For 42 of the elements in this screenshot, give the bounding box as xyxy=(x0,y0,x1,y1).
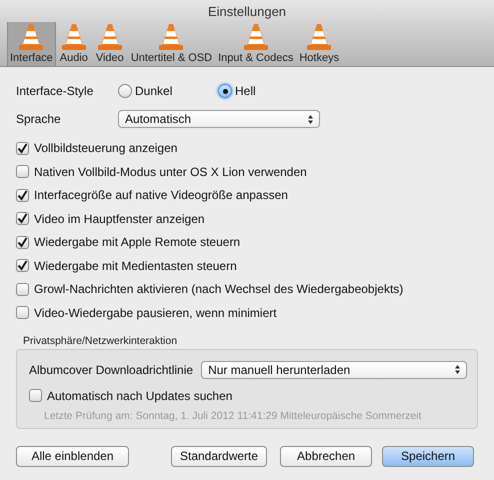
checkbox-label: Video-Wiedergabe pausieren, wenn minimiert xyxy=(34,306,277,320)
toolbar-tab[interactable]: Input & Codecs xyxy=(215,22,296,66)
dialog-button[interactable]: Alle einblenden xyxy=(16,446,129,466)
language-select[interactable]: Automatisch xyxy=(118,110,320,128)
checkbox-label: Growl-Nachrichten aktivieren (nach Wechsel des Wiedergabeobjekts) xyxy=(34,282,404,296)
checkbox[interactable] xyxy=(16,306,29,319)
checkbox-label: Interfacegröße auf native Videogröße anpassen xyxy=(34,188,288,202)
checkbox-label: Wiedergabe mit Apple Remote steuern xyxy=(34,235,240,249)
checkbox-label: Wiedergabe mit Medientasten steuern xyxy=(34,258,237,272)
stepper-icon xyxy=(455,365,460,374)
save-button[interactable]: Speichern xyxy=(382,446,474,466)
stepper-icon xyxy=(308,114,313,124)
checkbox-label: Video im Hauptfenster anzeigen xyxy=(34,212,205,226)
toolbar-tab[interactable]: Interface xyxy=(7,22,56,66)
checkbox[interactable] xyxy=(16,142,29,154)
last-check-text: Letzte Prüfung am: Sonntag, 1. Juli 2012 11:41:29 Mitteleuropäische Sommerzeit xyxy=(43,410,422,422)
toolbar-tab[interactable]: Audio xyxy=(56,22,92,66)
checkbox[interactable] xyxy=(16,259,29,272)
group-title: Privatsphäre/Netzwerkinteraktion xyxy=(23,334,178,346)
language-label: Sprache xyxy=(16,112,62,126)
checkbox-label: Vollbildsteuerung anzeigen xyxy=(34,141,178,155)
window-title: Einstellungen xyxy=(0,0,494,22)
radio-button[interactable] xyxy=(118,84,132,98)
checkbox[interactable] xyxy=(16,165,29,178)
dialog-button[interactable]: Abbrechen xyxy=(280,446,372,466)
toolbar-tab[interactable]: Hotkeys xyxy=(296,22,342,66)
toolbar-tab[interactable]: Untertitel & OSD xyxy=(128,22,216,66)
radio-label: Hell xyxy=(235,84,256,98)
artwork-select[interactable]: Nur manuell herunterladen xyxy=(201,360,467,378)
toolbar-tab[interactable]: Video xyxy=(92,22,128,66)
checkbox[interactable] xyxy=(16,282,29,296)
artwork-label: Albumcover Downloadrichtlinie xyxy=(29,362,194,376)
checkbox[interactable] xyxy=(16,212,29,225)
radio-button[interactable] xyxy=(218,84,232,98)
checkbox-label: Nativen Vollbild-Modus unter OS X Lion verwenden xyxy=(34,164,307,178)
checkbox-label: Automatisch nach Updates suchen xyxy=(47,388,232,402)
style-label: Interface-Style xyxy=(16,84,94,98)
radio-label: Dunkel xyxy=(135,84,172,98)
checkbox[interactable] xyxy=(16,188,29,202)
checkbox[interactable] xyxy=(29,389,42,402)
dialog-button[interactable]: Standardwerte xyxy=(171,446,268,466)
checkbox[interactable] xyxy=(16,236,29,248)
